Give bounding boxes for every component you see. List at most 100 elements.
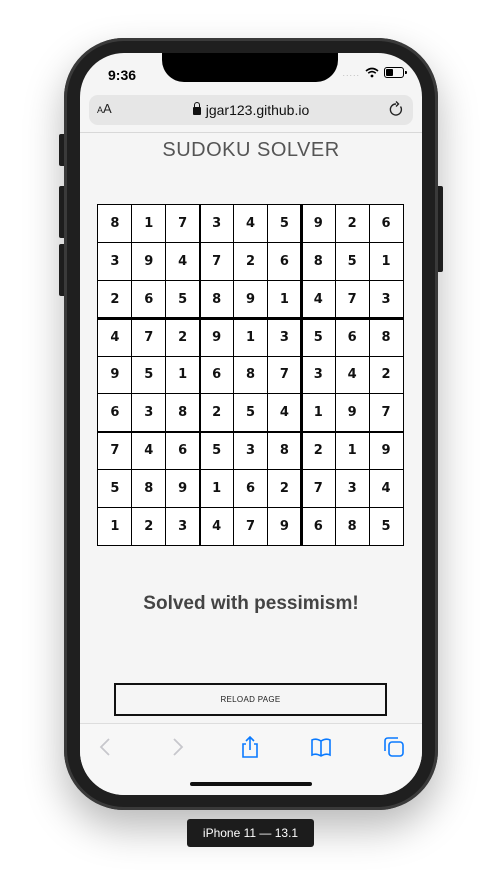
sudoku-cell[interactable]: 3 <box>335 469 369 507</box>
sudoku-cell[interactable]: 2 <box>234 243 268 281</box>
sudoku-cell[interactable]: 3 <box>369 281 403 319</box>
sudoku-cell[interactable]: 4 <box>98 318 132 356</box>
sudoku-cell[interactable]: 5 <box>301 318 335 356</box>
sudoku-cell[interactable]: 2 <box>200 394 234 432</box>
sudoku-cell[interactable]: 2 <box>369 356 403 394</box>
sudoku-cell[interactable]: 6 <box>267 243 301 281</box>
sudoku-cell[interactable]: 7 <box>166 205 200 243</box>
sudoku-cell[interactable]: 3 <box>301 356 335 394</box>
sudoku-cell[interactable]: 4 <box>234 205 268 243</box>
sudoku-cell[interactable]: 6 <box>200 356 234 394</box>
grid-line-vertical <box>300 205 303 545</box>
sudoku-cell[interactable]: 7 <box>335 281 369 319</box>
sudoku-cell[interactable]: 8 <box>267 432 301 470</box>
grid-line-vertical <box>131 205 133 545</box>
sudoku-cell[interactable]: 9 <box>369 432 403 470</box>
sudoku-cell[interactable]: 2 <box>132 507 166 545</box>
sudoku-cell[interactable]: 8 <box>200 281 234 319</box>
bookmarks-icon[interactable] <box>310 736 332 758</box>
reload-page-button[interactable]: RELOAD PAGE <box>114 683 387 716</box>
sudoku-cell[interactable]: 6 <box>166 432 200 470</box>
sudoku-cell[interactable]: 9 <box>267 507 301 545</box>
sudoku-cell[interactable]: 8 <box>369 318 403 356</box>
sudoku-cell[interactable]: 8 <box>301 243 335 281</box>
sudoku-cell[interactable]: 5 <box>132 356 166 394</box>
sudoku-cell[interactable]: 2 <box>335 205 369 243</box>
sudoku-cell[interactable]: 7 <box>301 469 335 507</box>
sudoku-cell[interactable]: 5 <box>335 243 369 281</box>
reload-icon[interactable] <box>388 100 404 118</box>
back-icon[interactable] <box>95 736 117 758</box>
sudoku-cell[interactable]: 4 <box>132 432 166 470</box>
page-title: SUDOKU SOLVER <box>162 139 340 161</box>
sudoku-cell[interactable]: 7 <box>200 243 234 281</box>
sudoku-cell[interactable]: 5 <box>200 432 234 470</box>
sudoku-cell[interactable]: 1 <box>335 432 369 470</box>
sudoku-cell[interactable]: 7 <box>234 507 268 545</box>
sudoku-cell[interactable]: 8 <box>166 394 200 432</box>
url-display[interactable]: jgar123.github.io <box>89 102 413 118</box>
sudoku-cell[interactable]: 9 <box>166 469 200 507</box>
sudoku-cell[interactable]: 1 <box>234 318 268 356</box>
sudoku-cell[interactable]: 3 <box>98 243 132 281</box>
share-icon[interactable] <box>239 736 261 758</box>
sudoku-cell[interactable]: 9 <box>132 243 166 281</box>
tabs-icon[interactable] <box>383 736 405 758</box>
sudoku-cell[interactable]: 6 <box>369 205 403 243</box>
sudoku-cell[interactable]: 9 <box>234 281 268 319</box>
address-bar[interactable]: AA jgar123.github.io <box>89 95 413 125</box>
sudoku-cell[interactable]: 5 <box>369 507 403 545</box>
sudoku-cell[interactable]: 1 <box>369 243 403 281</box>
sudoku-cell[interactable]: 4 <box>335 356 369 394</box>
forward-icon[interactable] <box>166 736 188 758</box>
sudoku-cell[interactable]: 6 <box>301 507 335 545</box>
grid-line-vertical <box>233 205 235 545</box>
sudoku-cell[interactable]: 5 <box>267 205 301 243</box>
sudoku-cell[interactable]: 2 <box>301 432 335 470</box>
sudoku-cell[interactable]: 8 <box>234 356 268 394</box>
sudoku-cell[interactable]: 3 <box>267 318 301 356</box>
sudoku-cell[interactable]: 5 <box>166 281 200 319</box>
sudoku-cell[interactable]: 4 <box>369 469 403 507</box>
sudoku-cell[interactable]: 1 <box>166 356 200 394</box>
sudoku-cell[interactable]: 6 <box>132 281 166 319</box>
sudoku-cell[interactable]: 5 <box>234 394 268 432</box>
sudoku-cell[interactable]: 4 <box>166 243 200 281</box>
sudoku-cell[interactable]: 7 <box>369 394 403 432</box>
sudoku-cell[interactable]: 9 <box>200 318 234 356</box>
sudoku-cell[interactable]: 8 <box>132 469 166 507</box>
sudoku-cell[interactable]: 7 <box>132 318 166 356</box>
sudoku-cell[interactable]: 6 <box>234 469 268 507</box>
sudoku-cell[interactable]: 1 <box>301 394 335 432</box>
status-icons: ..... <box>342 67 407 78</box>
sudoku-cell[interactable]: 2 <box>166 318 200 356</box>
battery-icon <box>384 67 407 78</box>
sudoku-cell[interactable]: 4 <box>200 507 234 545</box>
sudoku-cell[interactable]: 3 <box>166 507 200 545</box>
sudoku-cell[interactable]: 1 <box>200 469 234 507</box>
sudoku-cell[interactable]: 9 <box>98 356 132 394</box>
sudoku-cell[interactable]: 8 <box>98 205 132 243</box>
sudoku-cell[interactable]: 1 <box>132 205 166 243</box>
sudoku-cell[interactable]: 6 <box>335 318 369 356</box>
grid-line-horizontal <box>98 393 403 395</box>
home-indicator[interactable] <box>190 782 312 786</box>
sudoku-cell[interactable]: 3 <box>200 205 234 243</box>
sudoku-cell[interactable]: 5 <box>98 469 132 507</box>
sudoku-cell[interactable]: 2 <box>98 281 132 319</box>
sudoku-cell[interactable]: 3 <box>132 394 166 432</box>
sudoku-cell[interactable]: 9 <box>335 394 369 432</box>
sudoku-cell[interactable]: 9 <box>301 205 335 243</box>
sudoku-cell[interactable]: 3 <box>234 432 268 470</box>
sudoku-cell[interactable]: 6 <box>98 394 132 432</box>
sudoku-cell[interactable]: 7 <box>267 356 301 394</box>
sudoku-cell[interactable]: 1 <box>267 281 301 319</box>
sudoku-cell[interactable]: 8 <box>335 507 369 545</box>
status-time: 9:36 <box>108 67 137 83</box>
grid-line-horizontal <box>98 506 403 508</box>
sudoku-cell[interactable]: 2 <box>267 469 301 507</box>
sudoku-cell[interactable]: 4 <box>301 281 335 319</box>
sudoku-cell[interactable]: 1 <box>98 507 132 545</box>
sudoku-cell[interactable]: 4 <box>267 394 301 432</box>
sudoku-cell[interactable]: 7 <box>98 432 132 470</box>
